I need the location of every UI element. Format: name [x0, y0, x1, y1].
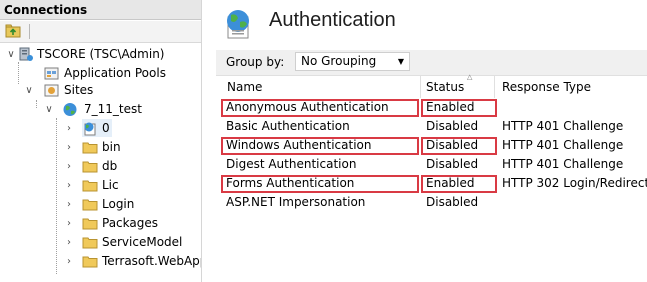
group-by-value: No Grouping	[301, 54, 377, 68]
highlight-box-status	[421, 137, 497, 155]
tree-node-sites[interactable]: ∨ Sites	[0, 81, 200, 100]
expand-chevron-icon[interactable]: ›	[64, 252, 74, 271]
up-level-icon[interactable]	[5, 24, 21, 38]
tree-node-application-0[interactable]: › 0	[0, 119, 200, 138]
collapse-chevron-icon[interactable]: ∨	[24, 81, 34, 100]
connections-toolbar	[0, 21, 201, 43]
tree-node-server[interactable]: ∨ TSCORE (TSC\Admin)	[0, 45, 200, 64]
tree-node-folder-lic[interactable]: › Lic	[0, 176, 200, 195]
column-header-status[interactable]: Status	[426, 80, 464, 94]
expand-chevron-icon[interactable]: ›	[64, 119, 74, 138]
group-by-label: Group by:	[226, 55, 285, 69]
expand-chevron-icon[interactable]: ›	[64, 195, 74, 214]
expand-chevron-icon[interactable]: ›	[64, 214, 74, 233]
server-icon	[19, 47, 33, 61]
expand-chevron-icon[interactable]: ›	[64, 176, 74, 195]
table-row[interactable]: ASP.NET Impersonation Disabled	[216, 193, 647, 212]
tree-node-label: 0	[102, 121, 110, 135]
tree-node-folder-packages[interactable]: › Packages	[0, 214, 200, 233]
tree-node-label: Terrasoft.WebApp	[102, 254, 202, 268]
auth-status: Disabled	[426, 195, 479, 209]
group-by-dropdown[interactable]: No Grouping ▼	[295, 52, 410, 71]
tree-node-label: TSCORE (TSC\Admin)	[37, 47, 165, 61]
auth-name: ASP.NET Impersonation	[226, 195, 366, 209]
expand-chevron-icon[interactable]: ›	[64, 233, 74, 252]
column-divider	[494, 76, 495, 98]
connections-pane: Connections ∨ TSCORE (TSC\Admin) Applica…	[0, 0, 202, 282]
page-title: Authentication	[269, 9, 396, 31]
auth-response-type: HTTP 401 Challenge	[502, 157, 624, 171]
column-divider	[420, 76, 421, 98]
tree-node-folder-servicemodel[interactable]: › ServiceModel	[0, 233, 200, 252]
auth-name: Digest Authentication	[226, 157, 357, 171]
feature-pane: Authentication Group by: No Grouping ▼ N…	[203, 0, 647, 282]
auth-response-type: HTTP 401 Challenge	[502, 138, 624, 152]
sort-indicator-icon: △	[467, 73, 473, 81]
tree-node-label: Lic	[102, 178, 119, 192]
expand-chevron-icon[interactable]: ›	[64, 138, 74, 157]
folder-icon	[82, 161, 98, 173]
folder-icon	[82, 237, 98, 249]
dropdown-arrow-icon: ▼	[397, 57, 404, 66]
app-pools-icon	[44, 67, 59, 80]
application-icon	[84, 122, 96, 136]
folder-icon	[82, 199, 98, 211]
folder-icon	[82, 256, 98, 268]
folder-icon	[82, 218, 98, 230]
tree-node-folder-login[interactable]: › Login	[0, 195, 200, 214]
tree-node-label: Sites	[64, 83, 94, 97]
collapse-chevron-icon[interactable]: ∨	[6, 45, 16, 64]
highlight-box-name	[221, 137, 419, 155]
globe-icon	[63, 103, 77, 116]
tree-node-folder-terrasoft-webapp[interactable]: › Terrasoft.WebApp	[0, 252, 202, 271]
table-row[interactable]: Basic Authentication Disabled HTTP 401 C…	[216, 117, 647, 136]
auth-name: Basic Authentication	[226, 119, 350, 133]
highlight-box-status	[421, 175, 497, 193]
folder-icon	[82, 142, 98, 154]
tree-node-folder-bin[interactable]: › bin	[0, 138, 200, 157]
collapse-chevron-icon[interactable]: ∨	[44, 100, 54, 119]
group-by-bar: Group by: No Grouping ▼	[216, 50, 647, 76]
authentication-globe-icon	[227, 10, 249, 39]
auth-response-type: HTTP 401 Challenge	[502, 119, 624, 133]
tree-node-label: db	[102, 159, 118, 173]
table-row[interactable]: Digest Authentication Disabled HTTP 401 …	[216, 155, 647, 174]
tree-node-label: bin	[102, 140, 121, 154]
highlight-box-name	[221, 175, 419, 193]
expand-chevron-icon[interactable]: ›	[64, 157, 74, 176]
sites-icon	[44, 84, 59, 97]
connections-header: Connections	[0, 0, 201, 20]
tree-node-label: 7_11_test	[84, 102, 142, 116]
highlight-box-status	[421, 99, 497, 117]
column-header-name[interactable]: Name	[227, 80, 262, 94]
column-header-response-type[interactable]: Response Type	[502, 80, 591, 94]
auth-response-type: HTTP 302 Login/Redirect	[502, 176, 647, 190]
auth-status: Disabled	[426, 119, 479, 133]
tree-node-label: Packages	[102, 216, 158, 230]
tree-node-site-7-11-test[interactable]: ∨ 7_11_test	[0, 100, 200, 119]
authentication-table: Name △ Status Response Type Anonymous Au…	[216, 73, 647, 282]
highlight-box-name	[221, 99, 419, 117]
tree-node-label: ServiceModel	[102, 235, 183, 249]
tree-node-label: Login	[102, 197, 135, 211]
auth-status: Disabled	[426, 157, 479, 171]
toolbar-separator	[29, 24, 30, 39]
folder-icon	[82, 180, 98, 192]
tree-node-folder-db[interactable]: › db	[0, 157, 200, 176]
